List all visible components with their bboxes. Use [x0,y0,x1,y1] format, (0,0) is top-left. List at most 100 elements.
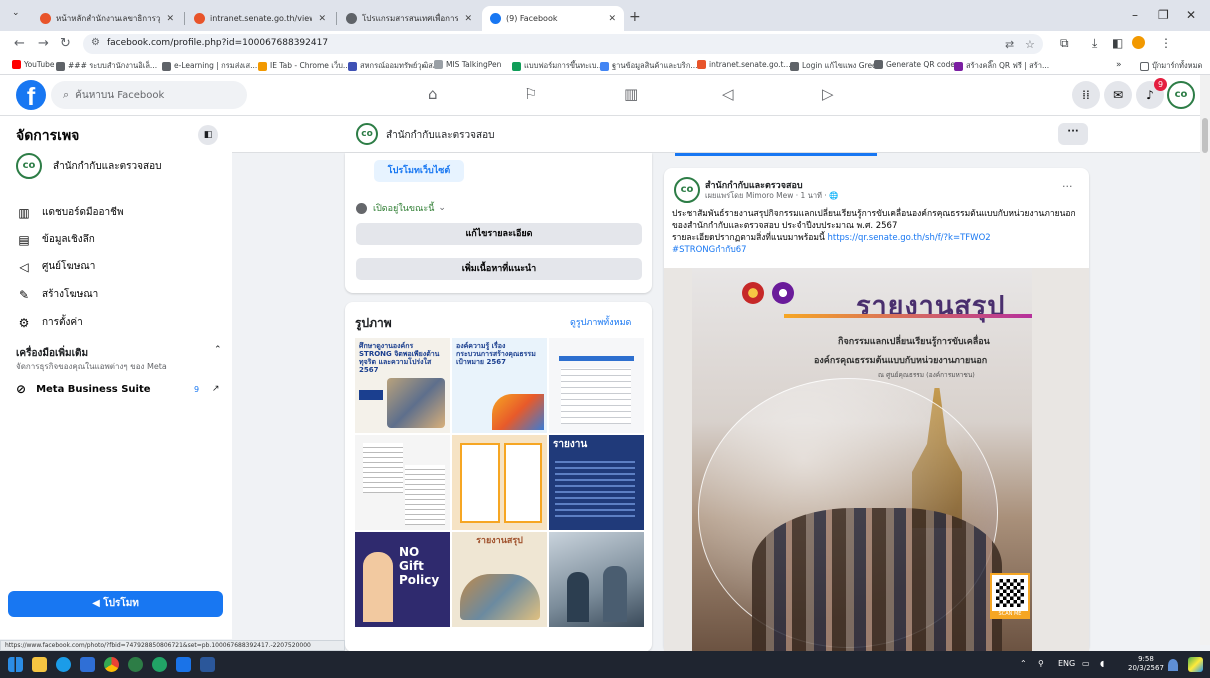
bookmark-qr-free[interactable]: สร้างคลิ๊ก QR ฟรี | สร้า... [954,60,1049,72]
forward-icon[interactable]: → [38,36,49,51]
promote-button[interactable]: ◀ โปรโมท [8,591,223,617]
bookmark-mis-talkingpen[interactable]: MIS TalkingPen [434,60,501,69]
widgets-icon[interactable] [1188,657,1203,672]
account-avatar[interactable]: co [1167,81,1195,109]
facebook-search-input[interactable]: ⌕ ค้นหาบน Facebook [51,81,247,109]
page-name[interactable]: สำนักกำกับและตรวจสอบ [386,128,494,143]
photo-thumbnail[interactable]: รายงานสรุป [452,532,547,627]
tab-intranet[interactable]: intranet.senate.go.th/view/1/หน้ ✕ [186,6,334,31]
close-tab-icon[interactable]: ✕ [464,14,472,24]
file-explorer-icon[interactable] [32,657,47,672]
language-indicator[interactable]: ENG [1058,659,1075,668]
tab-search-icon[interactable]: ⌄ [12,8,20,18]
zoom-icon[interactable] [176,657,191,672]
close-tab-icon[interactable]: ✕ [166,14,174,24]
photo-thumbnail[interactable] [355,435,450,530]
volume-icon[interactable]: ◖ [1100,659,1104,668]
line-icon[interactable] [152,657,167,672]
tab-senate-home[interactable]: หน้าหลักสำนักงานเลขาธิการวุฒิสภา ✕ [32,6,182,31]
bookmark-form[interactable]: แบบฟอร์มการขึ้นทะเบ... [512,60,604,72]
edge-icon[interactable] [56,657,71,672]
back-icon[interactable]: ← [14,36,25,51]
extensions-icon[interactable]: ⧉ [1060,36,1069,51]
restore-icon[interactable]: ❐ [1158,8,1169,22]
bookmark-ie-tab[interactable]: IE Tab - Chrome เว็บ... [258,60,350,72]
post-author-avatar[interactable]: co [674,177,700,203]
video-icon[interactable]: ▷ [822,85,834,103]
messenger-icon[interactable]: ✉ [1104,81,1132,109]
app-icon[interactable] [128,657,143,672]
collapse-sidebar-icon[interactable]: ◧ [198,125,218,145]
sidebar-item-settings[interactable]: ⚙ การตั้งค่า [16,315,83,330]
site-info-icon[interactable]: ⚙ [91,37,100,48]
sidebar-page-link[interactable]: co สำนักกำกับและตรวจสอบ [16,153,161,179]
network-icon[interactable]: ▭ [1082,659,1090,668]
facebook-logo-icon[interactable]: f [16,80,46,110]
bookmark-intranet[interactable]: intranet.senate.go.t... [697,60,791,69]
omnibox[interactable]: ⚙ facebook.com/profile.php?id=1000676883… [83,34,1043,54]
close-tab-icon[interactable]: ✕ [608,14,616,24]
sidebar-item-dashboard[interactable]: ▥ แดชบอร์ดมืออาชีพ [16,205,123,220]
more-options-button[interactable]: ··· [1058,123,1088,145]
menu-grid-icon[interactable]: ⁞⁞ [1072,81,1100,109]
usb-icon[interactable]: ⚲ [1038,659,1044,668]
notification-icon[interactable] [1168,659,1178,671]
store-icon[interactable] [80,657,95,672]
photo-thumbnail[interactable] [549,532,644,627]
url-text[interactable]: facebook.com/profile.php?id=100067688392… [107,38,328,48]
all-bookmarks[interactable]: บุ๊กมาร์กทั้งหมด [1140,60,1202,72]
bookmark-elearning[interactable]: e-Learning | กรมส่งเส... [162,60,257,72]
bookmark-office-system[interactable]: ### ระบบสำนักงานอิเล็... [56,60,157,72]
photo-thumbnail[interactable] [452,435,547,530]
chrome-menu-icon[interactable]: ⋮ [1160,36,1172,50]
promote-website-button[interactable]: โปรโมทเว็บไซต์ [374,160,464,182]
chevron-up-icon[interactable]: ⌃ [214,345,222,355]
open-hours-status[interactable]: เปิดอยู่ในขณะนี้ ⌄ [356,201,446,215]
external-link-icon[interactable]: ↗ [212,384,220,394]
download-icon[interactable]: ⤓ [1092,36,1097,51]
photo-thumbnail[interactable]: ศึกษาดูงานองค์กร STRONG จิตพอเพียงต้านทุ… [355,338,450,433]
windows-start-icon[interactable] [8,657,23,672]
close-window-icon[interactable]: ✕ [1186,8,1196,22]
photo-thumbnail[interactable] [549,338,644,433]
pages-flag-icon[interactable]: ⚐ [524,85,537,103]
translate-icon[interactable]: ⇄ [1005,38,1014,51]
meta-business-suite-link[interactable]: ⊘ Meta Business Suite [16,382,151,396]
tab-mis[interactable]: โปรแกรมสารสนเทศเพื่อการบริหาร ✕ [338,6,480,31]
chrome-icon[interactable] [104,657,119,672]
home-icon[interactable]: ⌂ [428,85,438,103]
page-scrollbar[interactable] [1200,75,1210,645]
photo-thumbnail[interactable]: องค์ความรู้ เรื่อง กระบวนการสร้างคุณธรรม… [452,338,547,433]
sidebar-item-ad-center[interactable]: ◁ ศูนย์โฆษณา [16,259,95,274]
taskbar-clock[interactable]: 9:58 20/3/2567 [1128,655,1164,673]
bookmark-coop[interactable]: สหกรณ์ออมทรัพย์วุฒิสภา [348,60,442,72]
tray-chevron-icon[interactable]: ⌃ [1020,659,1027,668]
bookmark-login[interactable]: Login แก้ไขแพง Green [790,60,881,72]
bookmark-qr-generate[interactable]: Generate QR code [874,60,955,69]
insights-icon[interactable]: ▥ [624,85,638,103]
bookmark-product-db[interactable]: ฐานข้อมูลสินค้าและบริก... [600,60,698,72]
new-tab-button[interactable]: + [629,9,641,25]
add-featured-button[interactable]: เพิ่มเนื้อหาที่แนะนำ [356,258,642,280]
post-link[interactable]: https://qr.senate.go.th/sh/f/?k=TFWO2 [827,233,990,243]
post-hashtag[interactable]: #STRONGกำกับ67 [672,245,747,255]
sidebar-item-insights[interactable]: ▤ ข้อมูลเชิงลึก [16,232,95,247]
profile-avatar-icon[interactable] [1132,36,1145,49]
minimize-icon[interactable]: – [1132,8,1138,22]
tab-facebook[interactable]: (9) Facebook ✕ [482,6,624,31]
reload-icon[interactable]: ↻ [60,36,71,51]
scrollbar-thumb[interactable] [1202,118,1208,153]
see-all-photos-link[interactable]: ดูรูปภาพทั้งหมด [570,315,631,329]
sidebar-item-create-ad[interactable]: ✎ สร้างโฆษณา [16,287,98,302]
close-tab-icon[interactable]: ✕ [318,14,326,24]
side-panel-icon[interactable]: ◧ [1112,36,1123,50]
post-image[interactable]: รายงานสรุป กิจกรรมแลกเปลี่ยนเรียนรู้การข… [664,268,1089,653]
photo-thumbnail[interactable]: รายงาน [549,435,644,530]
page-logo[interactable]: co [356,123,378,145]
word-icon[interactable] [200,657,215,672]
bookmarks-overflow[interactable]: » [1116,60,1122,70]
bookmark-star-icon[interactable]: ☆ [1025,38,1035,51]
edit-details-button[interactable]: แก้ไขรายละเอียด [356,223,642,245]
post-more-options-icon[interactable]: ··· [1062,180,1073,193]
ads-megaphone-icon[interactable]: ◁ [722,85,734,103]
